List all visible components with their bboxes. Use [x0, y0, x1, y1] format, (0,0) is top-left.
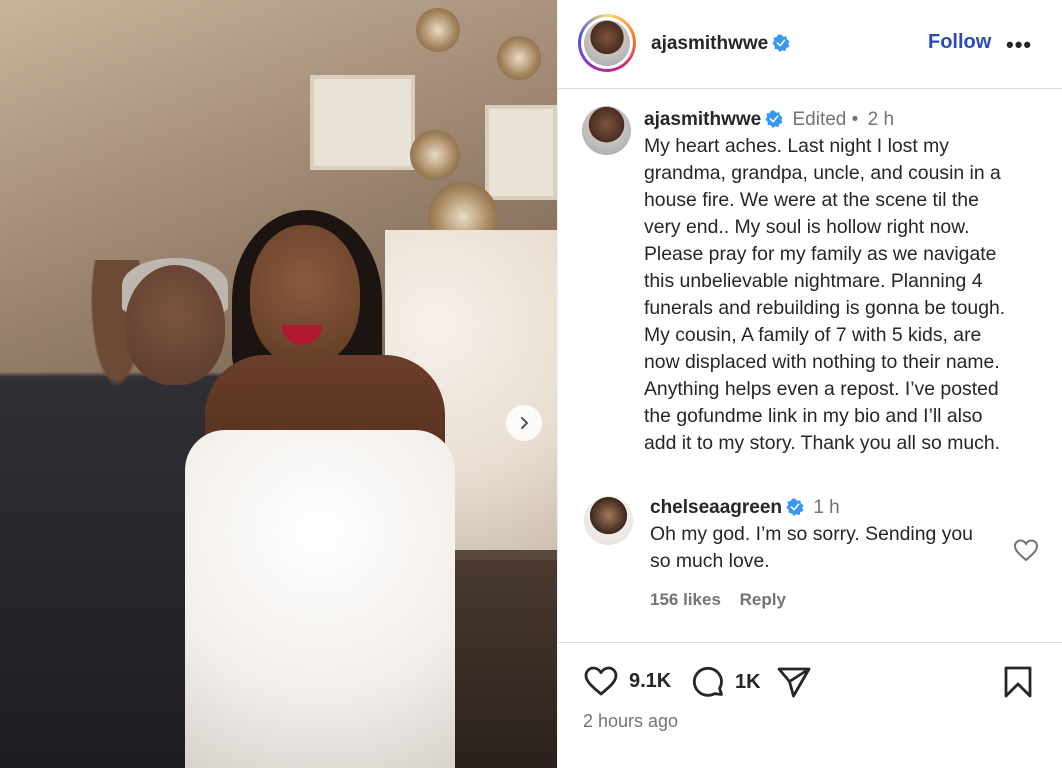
post-actions-bar: 9.1K 1K 2 hours ago	[558, 642, 1062, 768]
avatar[interactable]	[582, 106, 631, 155]
verified-badge-icon	[765, 110, 783, 128]
photo-sunburst-mirror	[416, 8, 460, 52]
chevron-right-icon	[521, 417, 528, 429]
follow-button[interactable]: Follow	[928, 31, 991, 54]
photo-window	[310, 75, 415, 170]
like-button[interactable]: 9.1K	[583, 665, 671, 697]
author-avatar-story-ring[interactable]	[578, 14, 636, 72]
more-options-icon[interactable]: •••	[1006, 32, 1032, 58]
comment-button[interactable]: 1K	[691, 665, 761, 699]
verified-badge-icon	[772, 34, 790, 52]
comment-text-line: Oh my god. I’m so sorry. Sending you	[650, 523, 973, 545]
comment-item: chelseaagreen 1 h Oh my god. I’m so sorr…	[582, 494, 1052, 624]
post-details-panel: ajasmithwwe Follow ••• ajasmithwwe Edite…	[557, 0, 1062, 768]
heart-icon	[584, 666, 618, 696]
caption-time: 2 h	[867, 109, 895, 130]
post-timestamp[interactable]: 2 hours ago	[583, 711, 678, 732]
photo-sunburst-mirror	[410, 130, 460, 180]
comments-count: 1K	[735, 670, 761, 693]
reply-button[interactable]: Reply	[740, 590, 786, 609]
next-photo-button[interactable]	[506, 405, 542, 441]
photo-window	[485, 105, 557, 200]
comment-author-username[interactable]: chelseaagreen	[650, 497, 782, 518]
likes-count: 9.1K	[629, 669, 672, 692]
avatar[interactable]	[584, 496, 633, 545]
heart-icon[interactable]	[1013, 538, 1039, 562]
author-username[interactable]: ajasmithwwe	[651, 33, 790, 55]
photo-sunburst-mirror	[497, 36, 541, 80]
author-username-text: ajasmithwwe	[651, 33, 769, 54]
paper-plane-icon	[777, 667, 811, 698]
caption-author-username[interactable]: ajasmithwwe	[644, 109, 761, 130]
comment-text-line: so much love.	[650, 550, 770, 572]
post-header: ajasmithwwe Follow •••	[558, 0, 1062, 89]
caption-text: My heart aches. Last night I lost my gra…	[644, 135, 1006, 454]
comment-time: 1 h	[813, 497, 840, 518]
comment-likes-count[interactable]: 156 likes	[650, 590, 721, 609]
speech-bubble-icon	[692, 666, 723, 697]
post-photo	[0, 0, 557, 768]
photo-grandma-face	[125, 265, 225, 385]
bookmark-icon	[1004, 666, 1032, 698]
photo-wedding-dress	[185, 430, 455, 768]
share-button[interactable]	[776, 665, 812, 699]
save-button[interactable]	[1002, 665, 1034, 699]
avatar	[584, 20, 630, 66]
verified-badge-icon	[786, 498, 804, 516]
edited-label: Edited •	[792, 109, 859, 130]
